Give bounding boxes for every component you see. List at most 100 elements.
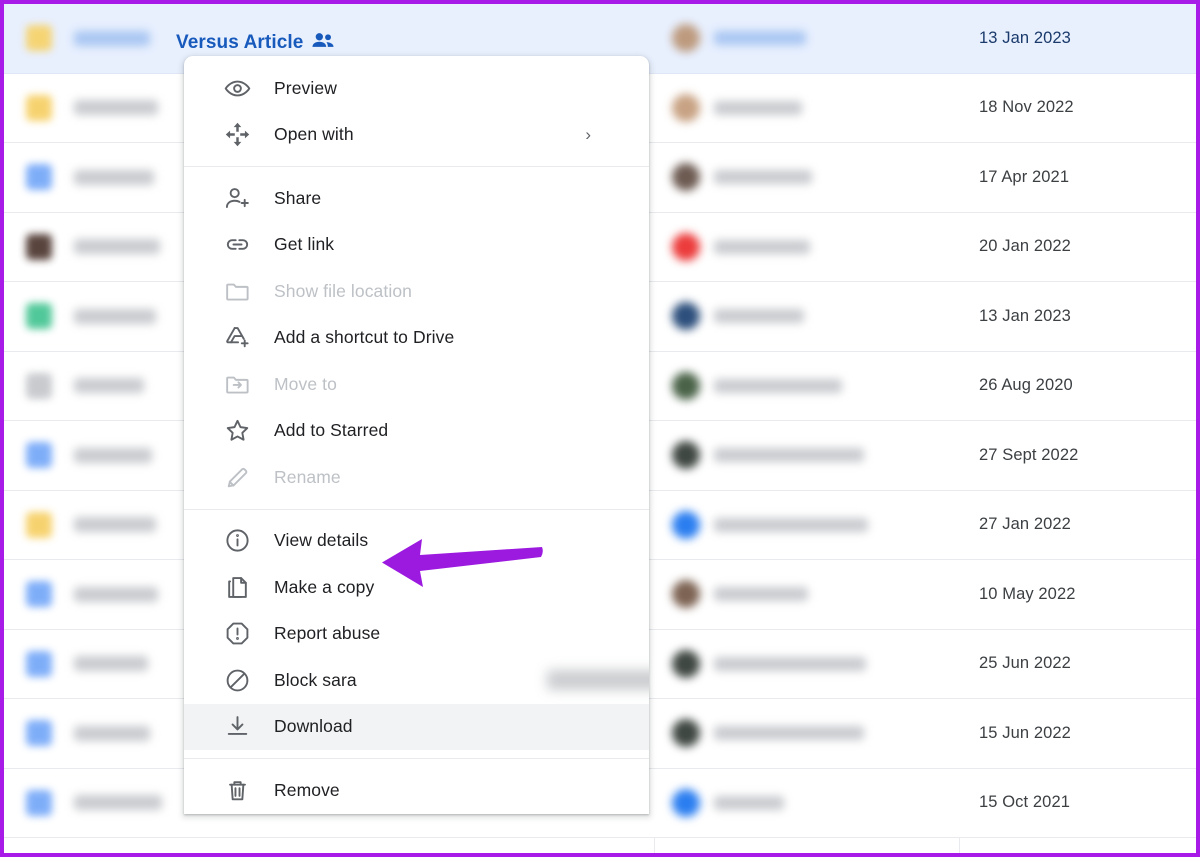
menu-item-label: Make a copy <box>274 576 375 597</box>
last-modified-date: 18 Nov 2022 <box>979 98 1074 117</box>
last-modified-date: 27 Sept 2022 <box>979 445 1079 464</box>
block-icon <box>222 665 252 695</box>
context-menu[interactable]: Preview Open with › Share Get link Show file … <box>184 56 649 814</box>
menu-item-make-a-copy[interactable]: Make a copy <box>184 564 649 611</box>
info-circle-icon <box>222 526 252 556</box>
avatar <box>672 24 700 53</box>
screenshot-frame: 13 Jan 2023 18 Nov 2022 17 Apr 2021 20 Jan … <box>0 0 1200 857</box>
drive-shortcut-icon <box>222 323 252 353</box>
last-modified-date: 13 Jan 2023 <box>979 28 1071 47</box>
file-name-redacted <box>74 586 158 602</box>
eye-icon <box>222 73 252 103</box>
owner-cell <box>672 93 802 122</box>
last-modified-date: 17 Apr 2021 <box>979 167 1070 186</box>
avatar <box>672 163 700 192</box>
file-name-redacted <box>74 656 148 672</box>
menu-item-report-abuse[interactable]: Report abuse <box>184 611 649 658</box>
avatar <box>672 302 700 331</box>
owner-name-redacted <box>714 726 864 741</box>
last-modified-date: 13 Jan 2023 <box>979 306 1071 325</box>
menu-separator <box>184 508 649 510</box>
docs-icon <box>26 720 52 747</box>
owner-cell <box>672 719 864 748</box>
report-octagon-icon <box>222 619 252 649</box>
folder-icon <box>222 276 252 306</box>
owner-name-redacted <box>714 656 866 671</box>
menu-item-preview[interactable]: Preview <box>184 65 649 112</box>
file-name-redacted <box>74 447 152 463</box>
owner-cell <box>672 510 868 539</box>
avatar <box>672 649 700 678</box>
file-name-redacted <box>74 169 154 185</box>
menu-item-download[interactable]: Download <box>184 703 649 750</box>
menu-item-remove[interactable]: Remove <box>184 767 649 814</box>
last-modified-date: 27 Jan 2022 <box>979 515 1071 534</box>
owner-name-redacted <box>714 239 810 254</box>
menu-item-label: Rename <box>274 466 341 487</box>
owner-name-redacted <box>714 378 842 393</box>
docs-icon <box>26 789 52 816</box>
copy-icon <box>222 572 252 602</box>
menu-item-block-sara[interactable]: Block sara <box>184 657 649 704</box>
menu-item-label: Preview <box>274 77 337 98</box>
image-icon <box>26 233 52 260</box>
generic-icon <box>26 372 52 399</box>
owner-name-redacted <box>714 170 812 185</box>
menu-separator <box>184 166 649 167</box>
trash-icon <box>222 775 252 805</box>
menu-item-label: Get link <box>274 234 335 255</box>
docs-icon <box>26 650 52 677</box>
avatar <box>672 93 700 122</box>
menu-item-view-details[interactable]: View details <box>184 518 649 565</box>
folder-icon <box>26 94 52 121</box>
avatar <box>672 719 700 748</box>
file-name-redacted <box>74 725 150 741</box>
owner-cell <box>672 302 804 331</box>
owner-name-redacted <box>714 100 802 115</box>
people-shared-icon <box>312 32 334 54</box>
owner-name-redacted <box>714 309 804 324</box>
menu-item-add-to-starred[interactable]: Add to Starred <box>184 408 649 455</box>
last-modified-date: 25 Jun 2022 <box>979 654 1071 673</box>
avatar <box>672 788 700 817</box>
link-icon <box>222 230 252 260</box>
owner-name-redacted <box>714 448 864 463</box>
file-name-redacted <box>74 30 150 46</box>
file-name-redacted <box>74 378 144 394</box>
menu-item-label: Share <box>274 187 322 208</box>
file-name-redacted <box>74 795 162 811</box>
docs-icon <box>26 164 52 191</box>
menu-item-label: View details <box>274 530 369 551</box>
download-icon <box>222 712 252 742</box>
menu-item-get-link[interactable]: Get link <box>184 222 649 269</box>
owner-name-redacted <box>714 795 784 810</box>
owner-cell <box>672 163 812 192</box>
menu-item-open-with[interactable]: Open with › <box>184 112 649 159</box>
docs-icon <box>26 442 52 469</box>
owner-cell <box>672 232 810 261</box>
menu-item-label: Add a shortcut to Drive <box>274 327 455 348</box>
selected-file-title-label: Versus Article <box>176 32 304 53</box>
menu-item-move-to: Move to <box>184 361 649 408</box>
owner-cell <box>672 371 842 400</box>
menu-item-label: Move to <box>274 373 337 394</box>
menu-item-label: Report abuse <box>274 623 381 644</box>
person-add-icon <box>222 183 252 213</box>
owner-cell <box>672 649 866 678</box>
avatar <box>672 232 700 261</box>
pencil-icon <box>222 462 252 492</box>
owner-cell <box>672 580 808 609</box>
avatar <box>672 441 700 470</box>
selected-file-title[interactable]: Versus Article <box>176 32 334 54</box>
menu-separator <box>184 758 649 759</box>
owner-cell <box>672 788 784 817</box>
menu-item-label: Open with <box>274 124 354 145</box>
star-icon <box>222 416 252 446</box>
owner-cell <box>672 441 864 470</box>
file-name-redacted <box>74 517 156 533</box>
last-modified-date: 20 Jan 2022 <box>979 237 1071 256</box>
owner-name-redacted <box>714 587 808 602</box>
menu-item-share[interactable]: Share <box>184 175 649 222</box>
menu-item-add-a-shortcut-to-drive[interactable]: Add a shortcut to Drive <box>184 315 649 362</box>
last-modified-date: 15 Jun 2022 <box>979 723 1071 742</box>
